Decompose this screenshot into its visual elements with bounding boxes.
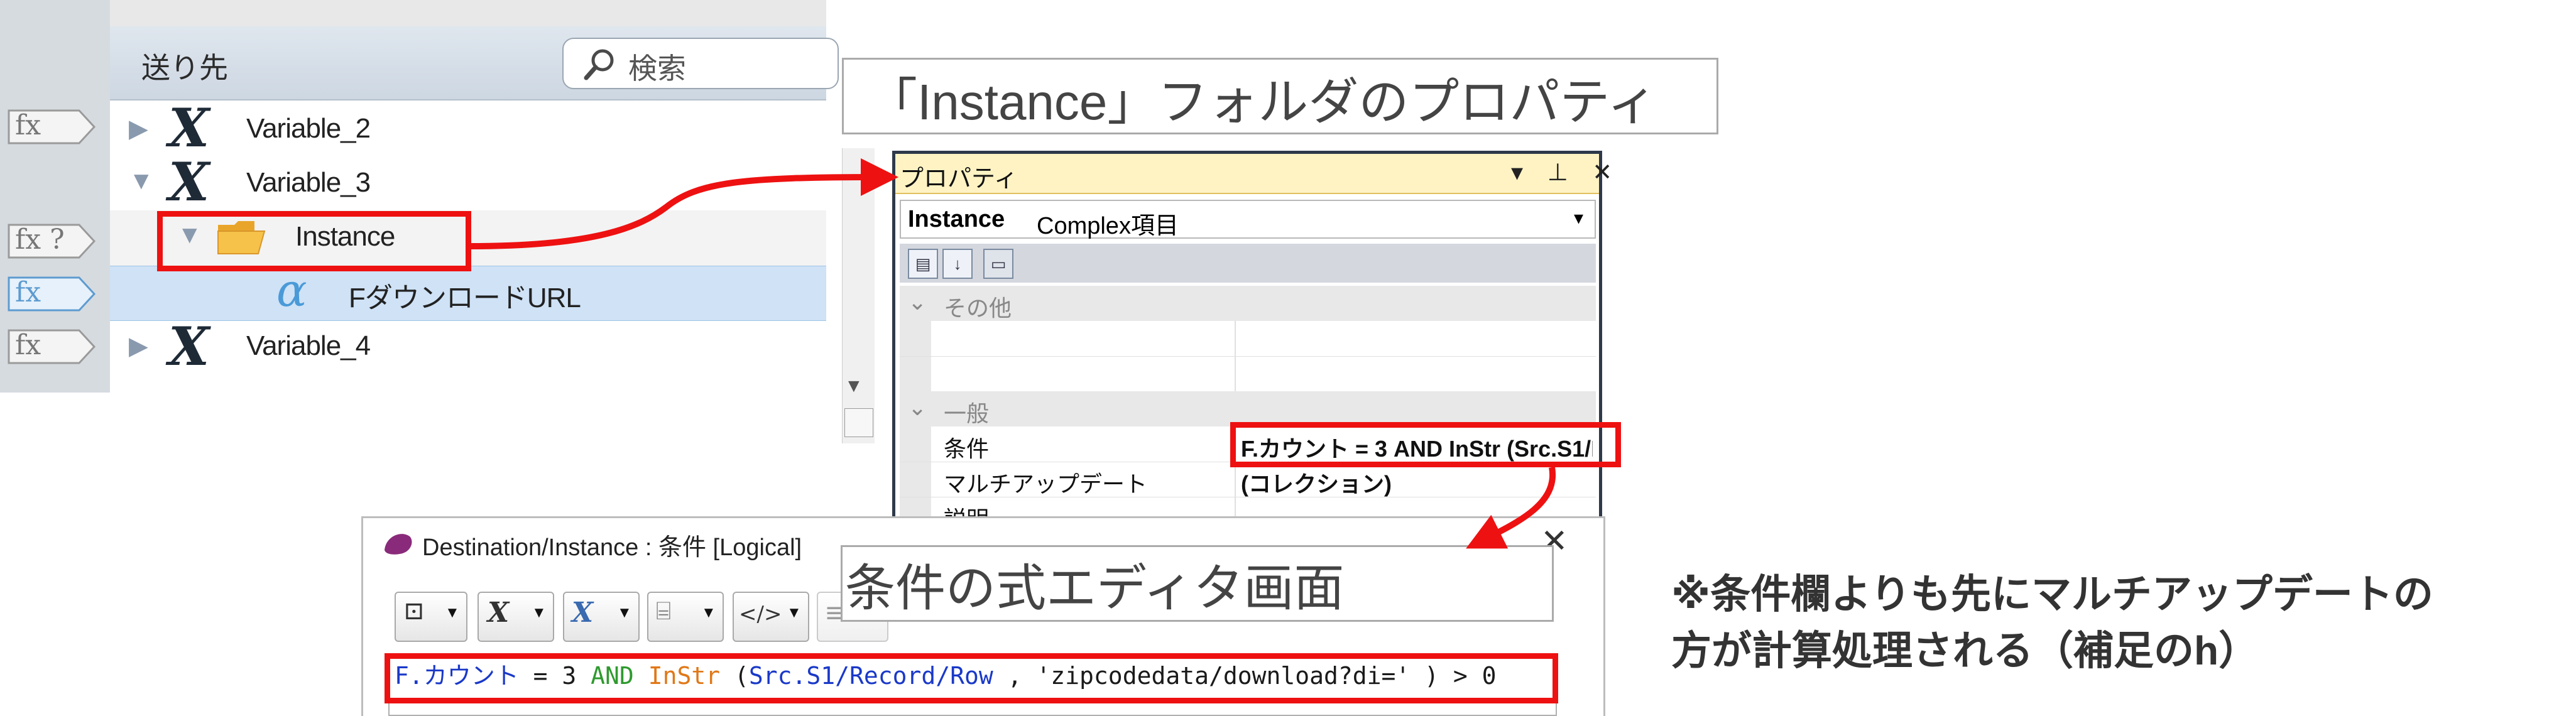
search-icon [584,49,614,80]
property-value-multi-update[interactable]: (コレクション) [1241,466,1593,499]
tree-item-label: FダウンロードURL [349,283,581,313]
collapse-arrow-icon[interactable]: ▼ [129,167,154,195]
variable-x-icon: X [488,597,510,629]
chevron-down-icon[interactable]: ⌄ [908,394,927,421]
property-row[interactable] [900,321,1596,357]
scroll-down-icon[interactable]: ▼ [844,376,863,397]
variable-x-icon: X [168,315,210,377]
function-icon: X [572,597,594,629]
tree-item-label: Variable_4 [246,330,371,361]
property-name: マルチアップデート [944,471,1148,497]
grid-divider [1235,321,1236,391]
chevron-down-icon[interactable]: ▾ [1574,207,1583,229]
database-icon: ⌸ [656,597,671,626]
chevron-down-icon[interactable]: ▼ [787,604,802,622]
category-label: 一般 [944,401,990,426]
selected-object-name: Instance [908,206,1005,232]
properties-title: プロパティ [900,166,1018,192]
highlight-condition [1230,422,1621,467]
scroll-end-button[interactable] [844,408,873,437]
sort-az-icon[interactable]: ↓ [942,249,973,279]
categorized-icon[interactable]: ▤ [908,249,938,279]
fx-badge-label: fx [15,329,41,361]
variable-x-icon: X [168,97,210,159]
highlight-expression [385,653,1558,703]
fx-badge-label: fx ? [15,224,65,256]
code-icon: </> [739,602,782,627]
tree-item-label: Variable_2 [246,113,371,144]
window-controls[interactable]: ▾ ⊥ ✕ [1511,158,1621,187]
category-row[interactable] [900,391,1596,426]
caption-instance-folder: 「Instance」フォルダのプロパティ [867,74,1657,130]
property-name: 条件 [944,436,990,462]
highlight-instance [157,211,471,271]
chevron-down-icon[interactable]: ▼ [532,604,547,622]
app-logo-icon [385,534,412,555]
search-placeholder: 検索 [628,52,686,85]
note-line-2: 方が計算処理される（補足のh） [1671,628,2259,673]
tree-item-label: Variable_3 [246,167,371,198]
chevron-down-icon[interactable]: ▼ [701,604,716,622]
variable-x-icon: X [168,151,210,213]
alpha-icon: α [276,264,307,317]
expand-arrow-icon[interactable]: ▶ [129,114,148,143]
field-icon: ⊡ [403,597,425,626]
property-row[interactable] [900,356,1596,392]
chevron-down-icon[interactable]: ▼ [617,604,632,622]
category-label: その他 [944,295,1012,321]
tree-scrollbar[interactable] [842,148,875,443]
fx-badge-label: fx [15,276,41,308]
fx-badge-label: fx [15,109,41,141]
chevron-down-icon[interactable]: ▼ [445,604,460,622]
property-pages-icon[interactable]: ▭ [983,249,1013,279]
note-line-1: ※条件欄よりも先にマルチアップデートの [1671,572,2433,617]
caption-editor-screen: 条件の式エディタ画面 [845,560,1345,616]
expand-arrow-icon[interactable]: ▶ [129,332,148,361]
tree-header-title: 送り先 [141,52,228,84]
selected-object-type: Complex項目 [1037,213,1179,239]
chevron-down-icon[interactable]: ⌄ [908,289,927,315]
editor-title: Destination/Instance : 条件 [Logical] [422,534,802,561]
